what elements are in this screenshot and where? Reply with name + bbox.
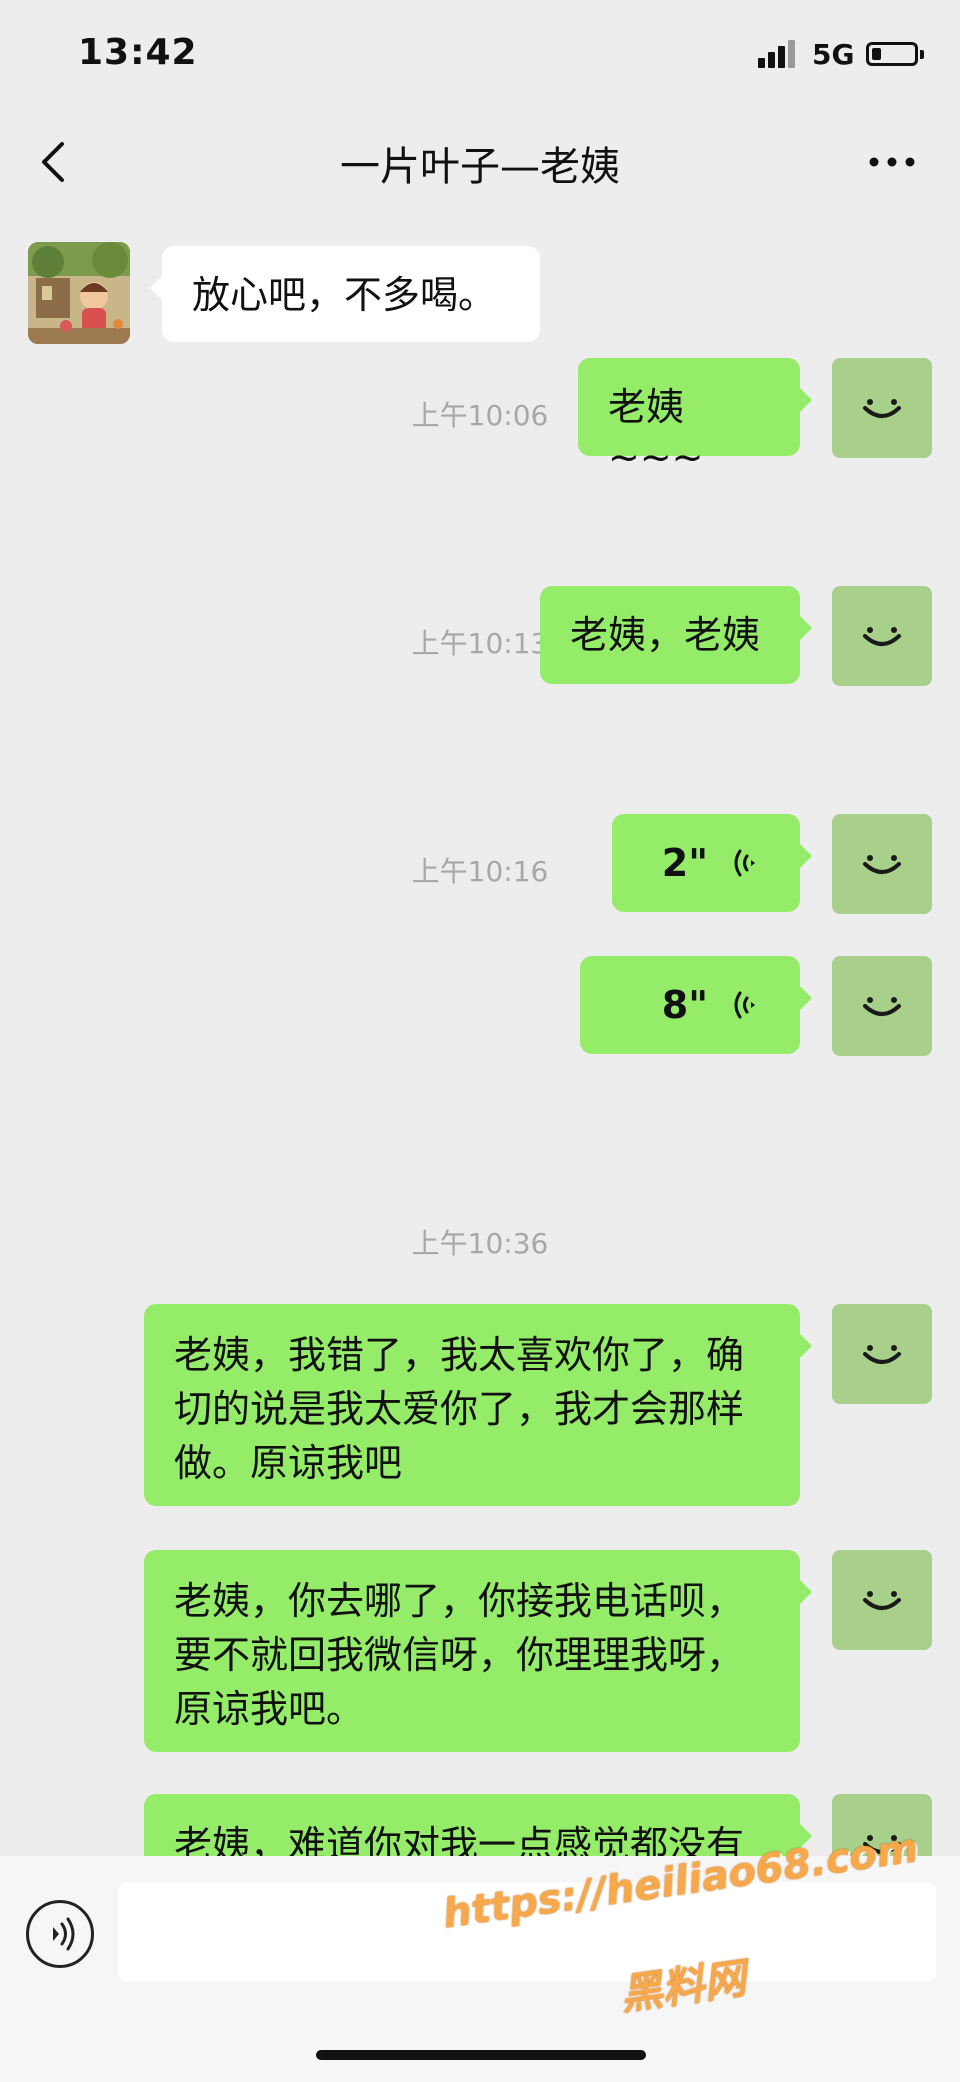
voice-message-bubble[interactable]: 8"	[580, 956, 812, 1054]
message-bubble-outgoing[interactable]: 老姨，老姨	[540, 586, 812, 684]
my-avatar[interactable]	[832, 956, 932, 1056]
chat-title: 一片叶子—老姨	[340, 144, 620, 190]
voice-message-bubble[interactable]: 2"	[612, 814, 812, 912]
my-avatar[interactable]	[832, 358, 932, 458]
timestamp: 上午10:16	[411, 855, 549, 888]
message-text: 放心吧，不多喝。	[192, 273, 497, 317]
voice-duration: 8"	[661, 983, 708, 1027]
smiley-avatar-icon	[863, 1345, 901, 1364]
signal-icon	[758, 40, 798, 68]
message-line: 老姨，你去哪了，你接我电话呗，	[174, 1579, 745, 1623]
message-bubble-outgoing[interactable]: 老姨，难道你对我一点感觉都没有	[144, 1794, 812, 1856]
message-line: 老姨，我错了，我太喜欢你了，确	[174, 1333, 745, 1377]
more-button[interactable]	[862, 134, 922, 190]
home-indicator	[316, 2050, 646, 2060]
voice-wave-icon	[734, 991, 755, 1019]
more-dots-icon	[869, 157, 915, 167]
message-list[interactable]: 放心吧，不多喝。 上午10:06 老姨~~~ 上午10:13 老姨，老姨 上午1…	[0, 216, 960, 1856]
my-avatar[interactable]	[832, 814, 932, 914]
message-line: 原谅我吧。	[174, 1687, 365, 1731]
status-time: 13:42	[78, 32, 198, 73]
smiley-avatar-icon	[863, 855, 901, 874]
timestamp: 上午10:36	[411, 1227, 549, 1260]
voice-wave-icon	[734, 849, 755, 877]
status-bar: 13:42 5G	[0, 0, 960, 110]
battery-level	[872, 48, 881, 60]
smiley-avatar-icon	[863, 627, 901, 646]
battery-tip	[920, 50, 924, 59]
smiley-avatar-icon	[863, 399, 901, 418]
voice-toggle-icon	[53, 1917, 75, 1951]
message-line: 老姨，难道你对我一点感觉都没有	[174, 1823, 745, 1856]
my-avatar[interactable]	[832, 586, 932, 686]
contact-avatar[interactable]	[28, 242, 130, 344]
message-line: 要不就回我微信呀，你理理我呀，	[174, 1633, 745, 1677]
smiley-avatar-icon	[863, 1591, 901, 1610]
message-bubble-outgoing[interactable]: 老姨~~~	[578, 358, 812, 479]
my-avatar[interactable]	[832, 1304, 932, 1404]
chat-header: 一片叶子—老姨	[0, 110, 960, 216]
message-bubble-outgoing[interactable]: 老姨，你去哪了，你接我电话呗， 要不就回我微信呀，你理理我呀， 原谅我吧。	[144, 1550, 812, 1752]
battery-icon	[866, 42, 918, 66]
message-text: 老姨，老姨	[570, 613, 761, 657]
my-avatar[interactable]	[832, 1550, 932, 1650]
timestamp: 上午10:13	[411, 627, 549, 660]
message-bubble-incoming[interactable]: 放心吧，不多喝。	[150, 246, 540, 342]
message-line: 切的说是我太爱你了，我才会那样	[174, 1387, 745, 1431]
voice-toggle-button[interactable]	[26, 1900, 94, 1968]
message-text: 老姨~~~	[608, 385, 704, 479]
message-bubble-outgoing[interactable]: 老姨，我错了，我太喜欢你了，确 切的说是我太爱你了，我才会那样 做。原谅我吧	[144, 1304, 812, 1506]
network-type: 5G	[812, 38, 855, 71]
message-line: 做。原谅我吧	[174, 1441, 403, 1485]
smiley-avatar-icon	[863, 997, 901, 1016]
timestamp: 上午10:06	[411, 399, 549, 432]
voice-duration: 2"	[661, 841, 708, 885]
